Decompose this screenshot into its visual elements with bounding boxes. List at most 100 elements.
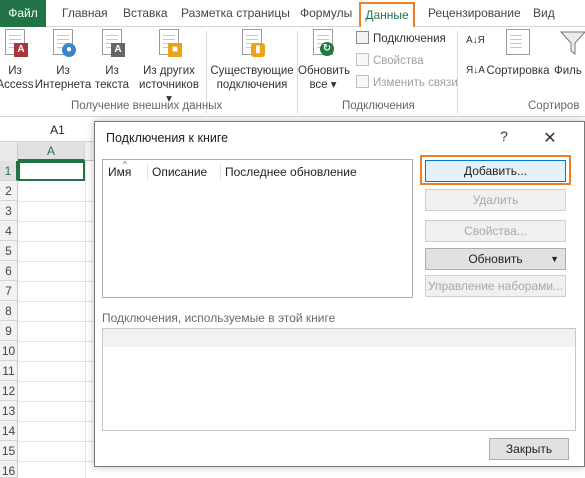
from-access-button[interactable]: A Из Access	[0, 27, 38, 92]
label: Access	[0, 79, 34, 91]
row-header[interactable]: 14	[0, 421, 18, 441]
workbook-connections-dialog: Подключения к книге ? ✕ ^ Имя Описание П…	[94, 121, 585, 467]
row-header[interactable]: 10	[0, 341, 18, 361]
select-all-corner[interactable]	[0, 142, 18, 161]
row-header[interactable]: 13	[0, 401, 18, 421]
connections-button[interactable]: Подключения	[356, 30, 446, 48]
label: Закрыть	[505, 442, 553, 456]
row-header[interactable]: 4	[0, 221, 18, 241]
edit-links-icon	[356, 75, 369, 88]
column-header-a[interactable]: A	[18, 142, 85, 161]
row-header[interactable]: 2	[0, 181, 18, 201]
label: Из	[8, 65, 22, 77]
label: Из	[105, 65, 119, 77]
label: Обновить	[298, 65, 351, 77]
label: Удалить	[472, 193, 519, 207]
ribbon-separator	[457, 31, 458, 113]
column-divider	[147, 164, 148, 181]
manage-sets-button[interactable]: Управление наборами...	[425, 275, 566, 297]
row-header[interactable]: 15	[0, 441, 18, 461]
row-header[interactable]: 12	[0, 381, 18, 401]
refresh-all-button[interactable]: ↻ Обновить все ▾	[298, 27, 351, 92]
label: текста	[95, 79, 129, 91]
tab-insert[interactable]: Вставка	[123, 0, 168, 27]
sort-za-button[interactable]: Я↓А	[466, 65, 485, 87]
other-sources-icon: ■	[154, 29, 184, 61]
help-icon[interactable]: ?	[495, 128, 513, 146]
close-icon[interactable]: ✕	[541, 128, 559, 147]
tab-formulas[interactable]: Формулы	[300, 0, 352, 27]
tab-view[interactable]: Вид	[533, 0, 555, 27]
refresh-icon: ↻	[308, 29, 338, 61]
from-other-sources-button[interactable]: ■ Из других источников ▾	[138, 27, 200, 106]
tab-home[interactable]: Главная	[62, 0, 108, 27]
label: Интернета	[34, 79, 92, 91]
edit-links-button[interactable]: Изменить связи	[356, 74, 458, 92]
label: Существующие	[210, 65, 294, 77]
ribbon: A Из Access ● Из Интернета A Из текста ■…	[0, 27, 585, 117]
tab-file[interactable]: Файл	[0, 0, 46, 27]
sort-az-button[interactable]: А↓Я	[466, 35, 485, 57]
workbook-connections-label: Подключения, используемые в этой книге	[102, 311, 336, 325]
dialog-title: Подключения к книге	[106, 131, 229, 145]
filter-button[interactable]: Филь	[554, 27, 585, 78]
column-header-last-refreshed[interactable]: Последнее обновление	[225, 165, 357, 179]
label: Сортировка	[486, 65, 550, 77]
sort-button[interactable]: Сортировка	[486, 27, 550, 78]
column-header-name[interactable]: Имя	[108, 165, 131, 179]
close-button[interactable]: Закрыть	[489, 438, 569, 460]
connections-list[interactable]: ^ Имя Описание Последнее обновление	[102, 159, 413, 298]
from-text-button[interactable]: A Из текста	[90, 27, 134, 92]
list-header-strip	[103, 329, 575, 347]
properties-button[interactable]: Свойства	[356, 52, 424, 70]
delete-button[interactable]: Удалить	[425, 189, 566, 211]
label: Из	[56, 65, 70, 77]
label: Изменить связи	[373, 77, 458, 89]
connections-icon	[356, 31, 369, 44]
tab-review[interactable]: Рецензирование	[428, 0, 521, 27]
web-doc-icon: ●	[48, 29, 78, 61]
label: Филь	[554, 65, 582, 77]
refresh-button[interactable]: Обновить ▼	[425, 248, 566, 270]
label: все ▾	[309, 79, 337, 91]
filter-funnel-icon	[559, 29, 585, 61]
workbook-connections-list[interactable]	[102, 328, 576, 431]
active-cell-a1[interactable]	[18, 161, 85, 181]
sort-dialog-icon	[503, 29, 533, 61]
dropdown-arrow-icon: ▼	[550, 254, 559, 264]
access-doc-icon: A	[0, 29, 30, 61]
sort-az-icon: А↓Я	[466, 35, 485, 46]
tab-data[interactable]: Данные	[359, 2, 415, 27]
text-doc-icon: A	[97, 29, 127, 61]
properties-icon	[356, 53, 369, 66]
name-box[interactable]: A1	[20, 120, 95, 140]
label: Добавить...	[463, 164, 528, 178]
label: Свойства...	[464, 224, 527, 238]
row-header[interactable]: 16	[0, 461, 18, 478]
row-header[interactable]: 8	[0, 301, 18, 321]
row-header[interactable]: 1	[0, 161, 18, 181]
row-header[interactable]: 3	[0, 201, 18, 221]
row-header[interactable]: 5	[0, 241, 18, 261]
label: Управление наборами...	[427, 279, 564, 293]
sort-za-icon: Я↓А	[466, 65, 485, 76]
column-header-description[interactable]: Описание	[152, 165, 207, 179]
row-header[interactable]: 11	[0, 361, 18, 381]
ribbon-tab-bar: Файл Главная Вставка Разметка страницы Ф…	[0, 0, 585, 27]
tab-page-layout[interactable]: Разметка страницы	[181, 0, 290, 27]
row-header[interactable]: 7	[0, 281, 18, 301]
label: Обновить	[468, 252, 523, 266]
label: подключения	[216, 79, 288, 91]
label: Подключения	[373, 33, 446, 45]
row-header[interactable]: 9	[0, 321, 18, 341]
from-web-button[interactable]: ● Из Интернета	[34, 27, 92, 92]
label: Свойства	[373, 55, 424, 67]
group-label-external-data: Получение внешних данных	[71, 100, 223, 112]
column-divider	[220, 164, 221, 181]
group-label-connections: Подключения	[342, 100, 415, 112]
existing-connections-button[interactable]: ▮ Существующие подключения	[210, 27, 294, 92]
group-label-sort: Сортиров	[528, 100, 580, 112]
row-header[interactable]: 6	[0, 261, 18, 281]
add-button[interactable]: Добавить...	[425, 160, 566, 182]
properties-button[interactable]: Свойства...	[425, 220, 566, 242]
